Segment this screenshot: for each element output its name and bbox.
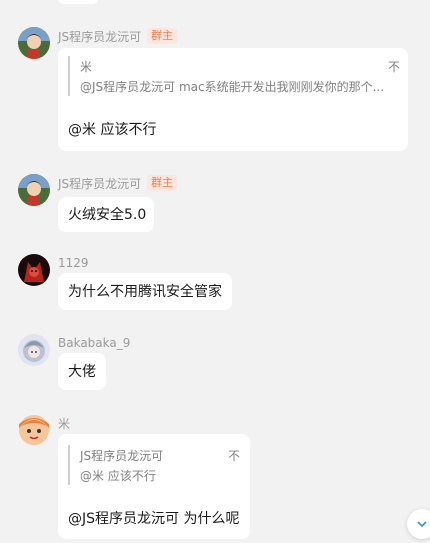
- message-text: 为什么不用腾讯安全管家: [68, 284, 222, 300]
- quote-mark: 不: [227, 448, 240, 463]
- previous-message-bubble: [58, 0, 98, 4]
- message-bubble[interactable]: JS程序员龙沅可 不 @米 应该不行 @JS程序员龙沅可 为什么呢: [58, 434, 250, 539]
- quote-text: @米 应该不行: [80, 468, 156, 483]
- message-meta: Bakabaka_9: [58, 334, 130, 352]
- scroll-down-icon[interactable]: [407, 509, 430, 539]
- message-bubble[interactable]: 为什么不用腾讯安全管家: [58, 273, 232, 310]
- message-meta: 米: [58, 414, 70, 432]
- message-text: @米 应该不行: [68, 122, 157, 138]
- owner-badge: 群主: [147, 175, 178, 191]
- sender-name[interactable]: 1129: [58, 256, 89, 270]
- quote-author: 米: [80, 59, 93, 74]
- message-bubble[interactable]: 米 不 @JS程序员龙沅可 mac系统能开发出我刚刚发你的那个... @米 应该…: [58, 48, 408, 151]
- sender-name[interactable]: 米: [58, 415, 70, 432]
- message-bubble[interactable]: 火绒安全5.0: [58, 197, 154, 232]
- sender-name[interactable]: JS程序员龙沅可: [58, 28, 141, 45]
- message-bubble[interactable]: 大佬: [58, 353, 106, 390]
- anime-boy-avatar-icon[interactable]: [18, 174, 50, 206]
- chat-message-list[interactable]: JS程序员龙沅可 群主 米 不 @JS程序员龙沅可 mac系统能开发出我刚刚发你…: [0, 0, 430, 543]
- message-meta: JS程序员龙沅可 群主: [58, 27, 178, 45]
- quoted-reply[interactable]: 米 不 @JS程序员龙沅可 mac系统能开发出我刚刚发你的那个...: [68, 56, 400, 96]
- quoted-reply[interactable]: JS程序员龙沅可 不 @米 应该不行: [68, 445, 240, 485]
- red-demon-avatar-icon[interactable]: [18, 254, 50, 286]
- message-text: @JS程序员龙沅可 为什么呢: [68, 511, 240, 527]
- silver-hair-girl-avatar-icon[interactable]: [18, 334, 50, 366]
- owner-badge: 群主: [147, 28, 178, 44]
- message-text: 大佬: [68, 364, 96, 380]
- anime-boy-avatar-icon[interactable]: [18, 27, 50, 59]
- quote-mark: 不: [387, 59, 400, 74]
- quote-author: JS程序员龙沅可: [80, 448, 164, 463]
- sender-name[interactable]: JS程序员龙沅可: [58, 175, 141, 192]
- cartoon-face-avatar-icon[interactable]: [18, 414, 50, 446]
- quote-text: @JS程序员龙沅可 mac系统能开发出我刚刚发你的那个...: [80, 79, 385, 94]
- message-meta: JS程序员龙沅可 群主: [58, 174, 178, 192]
- sender-name[interactable]: Bakabaka_9: [58, 336, 130, 350]
- message-meta: 1129: [58, 254, 89, 272]
- message-text: 火绒安全5.0: [68, 207, 147, 223]
